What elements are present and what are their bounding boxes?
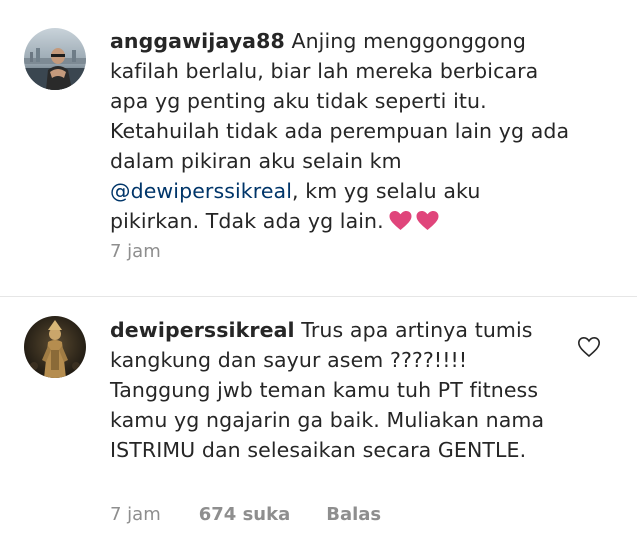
likes-count[interactable]: 674 suka [199, 504, 291, 525]
comment-username[interactable]: anggawijaya88 [110, 29, 285, 53]
avatar[interactable] [24, 316, 86, 378]
like-button[interactable] [577, 336, 601, 358]
comment-text: dewiperssikreal Trus apa artinya tumis k… [110, 315, 570, 465]
comment-time: 7 jam [110, 504, 161, 525]
reply-button[interactable]: Balas [326, 504, 381, 525]
heart-outline-icon [577, 336, 601, 358]
heart-emoji [388, 209, 442, 239]
comments-list: anggawijaya88 Anjing menggonggong kafila… [0, 0, 637, 550]
comment-meta: 7 jam [110, 241, 199, 262]
comment-text: anggawijaya88 Anjing menggonggong kafila… [110, 26, 570, 239]
comment-time: 7 jam [110, 241, 161, 262]
avatar-photo [24, 28, 86, 90]
heart-emoji-icon [389, 211, 412, 230]
comment-username[interactable]: dewiperssikreal [110, 318, 295, 342]
comment-meta: 7 jam 674 suka Balas [110, 504, 381, 525]
mention-link[interactable]: @dewiperssikreal [110, 179, 292, 203]
comment-item: dewiperssikreal Trus apa artinya tumis k… [0, 296, 637, 550]
heart-emoji-icon [416, 211, 439, 230]
comment-item: anggawijaya88 Anjing menggonggong kafila… [0, 0, 637, 296]
avatar-photo [24, 316, 86, 378]
avatar[interactable] [24, 28, 86, 90]
